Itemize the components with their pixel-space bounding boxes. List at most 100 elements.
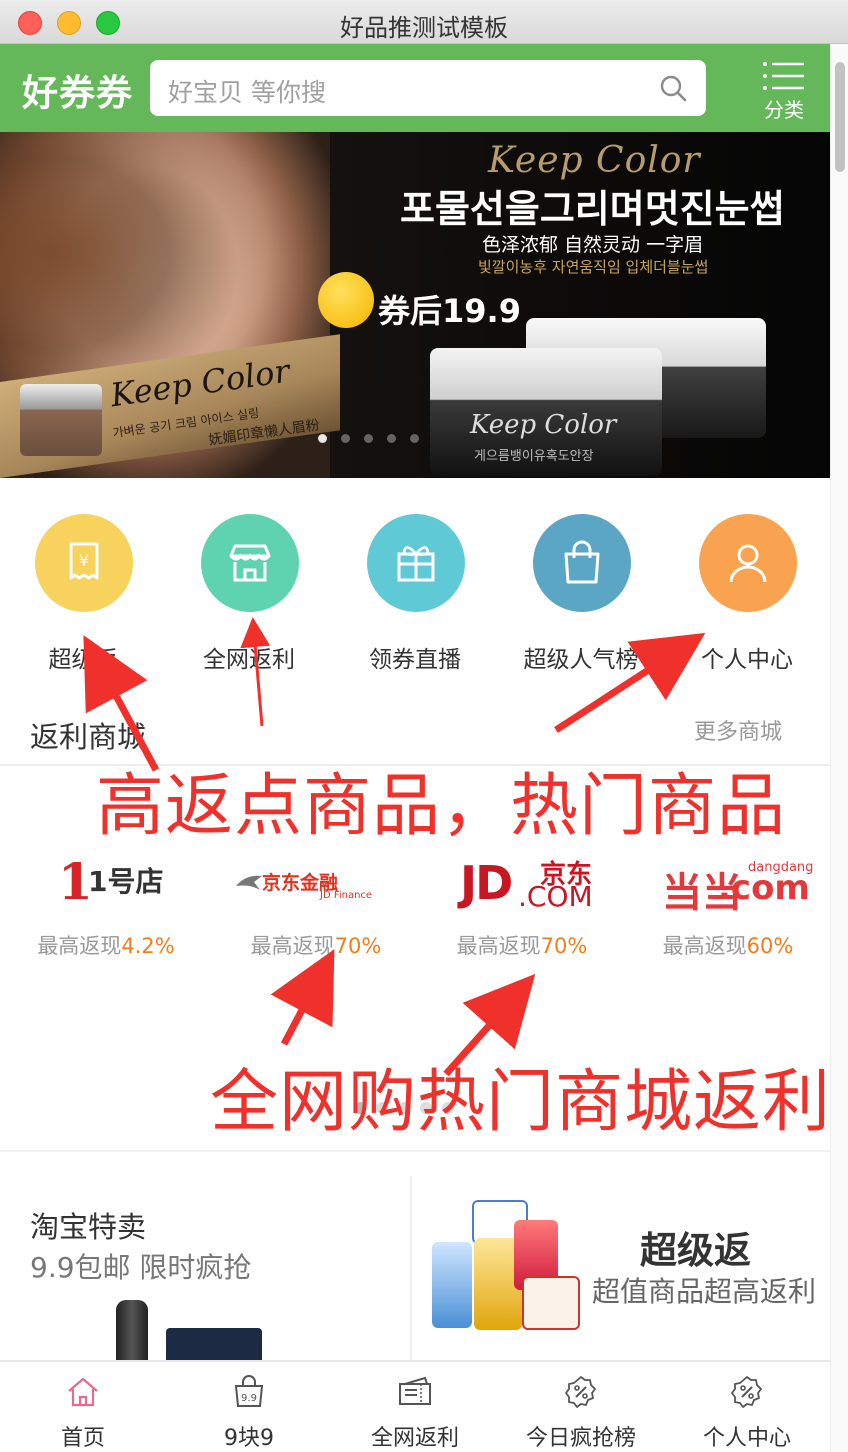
logo-jd-finance-sub: JD Finance (320, 890, 373, 901)
category-label: 分类 (764, 98, 804, 122)
more-malls-link[interactable]: 更多商城 (694, 714, 782, 746)
taobao-sale-subtitle[interactable]: 9.9包邮 限时疯抢 (30, 1246, 251, 1286)
diaper-pack (522, 1276, 580, 1330)
banner-subtitle-kr: 빛깔이농후 자연움직임 입체더블눈썹 (478, 258, 709, 276)
shop-rebate-rate: 最高返现4.2% (6, 930, 206, 960)
banner-subtitle-cn: 色泽浓郁 自然灵动 一字眉 (482, 234, 704, 256)
logo-dd-com: .com (718, 868, 810, 908)
banner-dot[interactable] (318, 434, 327, 443)
banner-product-small (20, 384, 102, 456)
svg-text:¥: ¥ (79, 551, 89, 570)
quick-menu-label: 领券直播 (369, 647, 461, 673)
scrollbar-thumb[interactable] (835, 62, 845, 172)
quick-menu-popularity[interactable]: 超级人气榜 (498, 512, 664, 682)
shop-logo: 京东金融 JD Finance (216, 846, 416, 916)
tab-9yuan9[interactable]: 9.9 9块9 (166, 1362, 332, 1452)
home-icon (68, 1377, 98, 1407)
quick-menu-profile[interactable]: 个人中心 (664, 512, 830, 682)
tab-daily-rush[interactable]: 今日疯抢榜 (498, 1362, 664, 1452)
quick-menu-label: 个人中心 (701, 647, 793, 673)
quick-menu-label: 全网返利 (203, 647, 295, 673)
rate-value: 4.2% (121, 934, 175, 958)
window-title: 好品推测试模板 (340, 14, 508, 42)
shop-jd-finance[interactable]: 京东金融 JD Finance 最高返现70% (216, 842, 416, 962)
shop-dangdang[interactable]: 当当 dangdang .com 最高返现60% (628, 842, 828, 962)
shop-rebate-rate: 最高返现70% (216, 930, 416, 960)
quick-menu-super-rebate[interactable]: ¥ 超级返 (0, 512, 166, 682)
gift-icon (397, 546, 435, 582)
annotation-arrow (270, 949, 335, 1046)
annotation-bottom-text: 全网购热门商城返利 (210, 1063, 832, 1142)
tab-all-rebate[interactable]: 全网返利 (332, 1362, 498, 1452)
tab-label: 今日疯抢榜 (525, 1426, 636, 1451)
banner-price: 券后19.9 (378, 292, 521, 330)
search-icon[interactable] (658, 73, 688, 103)
smiley-icon (318, 272, 374, 328)
receipt-yen-icon: ¥ (69, 542, 99, 580)
shopping-bag-icon (564, 540, 600, 584)
rate-prefix: 最高返现 (456, 934, 541, 958)
super-rebate-products-image[interactable] (426, 1180, 586, 1330)
bottom-tab-bar: 首页 9.9 9块9 全网返利 今日疯抢榜 个人中心 (0, 1360, 830, 1452)
rate-prefix: 最高返现 (37, 934, 122, 958)
banner-dot[interactable] (341, 434, 350, 443)
super-rebate-subtitle[interactable]: 超值商品超高返利 (592, 1270, 816, 1310)
quick-menu-label: 超级人气榜 (523, 647, 639, 673)
tab-profile[interactable]: 个人中心 (664, 1362, 830, 1452)
promo-vertical-divider (410, 1176, 412, 1362)
taobao-sale-title[interactable]: 淘宝特卖 (30, 1204, 146, 1246)
banner-pagination (318, 434, 419, 443)
discount-badge-icon (565, 1376, 596, 1408)
jd-finance-mark-icon (236, 875, 262, 890)
quick-menu-circle (699, 514, 797, 612)
logo-jd-letters: JD (460, 856, 513, 910)
quick-menu-circle: ¥ (35, 514, 133, 612)
promo-divider (0, 1150, 830, 1152)
rate-prefix: 最高返现 (250, 934, 335, 958)
tab-label: 9块9 (224, 1426, 274, 1451)
shop-rebate-rate: 最高返现60% (628, 930, 828, 960)
rate-prefix: 最高返现 (662, 934, 747, 958)
app-window: 好品推测试模板 好券券 好宝贝 等你搜 分类 Keep Color 가벼운 공기… (0, 0, 848, 1452)
tab-label: 个人中心 (702, 1426, 791, 1451)
search-placeholder: 好宝贝 等你搜 (168, 78, 326, 107)
quick-menu-circle (533, 514, 631, 612)
scrollbar[interactable] (830, 44, 848, 1452)
discount-badge-icon (731, 1376, 762, 1408)
tab-label: 首页 (60, 1426, 105, 1451)
quick-menu-label: 超级返 (48, 647, 118, 673)
quick-menu-coupon-live[interactable]: 领券直播 (332, 512, 498, 682)
banner-dot[interactable] (387, 434, 396, 443)
rate-value: 70% (540, 934, 588, 958)
app-logo[interactable]: 好券券 (22, 64, 133, 116)
shop-1hd[interactable]: 1 1号店 最高返现4.2% (6, 842, 206, 962)
app-header: 好券券 好宝贝 等你搜 分类 (0, 44, 830, 132)
shop-logo: JD 京东 .COM (422, 846, 622, 916)
tab-label: 全网返利 (370, 1426, 459, 1451)
title-bar: 好品推测试模板 (0, 0, 848, 44)
menu-list-icon (763, 62, 804, 90)
banner-dot[interactable] (410, 434, 419, 443)
shop-logo: 1 1号店 (6, 846, 206, 916)
detergent-bottle (432, 1242, 472, 1328)
svg-text:9.9: 9.9 (241, 1393, 257, 1404)
wine-bottle-image (116, 1300, 148, 1362)
tab-home[interactable]: 首页 (0, 1362, 166, 1452)
jar-kr-label: 게으름뱅이유혹도안장 (474, 449, 594, 464)
store-icon (229, 544, 271, 582)
rate-value: 60% (746, 934, 794, 958)
category-button[interactable]: 分类 (752, 56, 816, 122)
annotation-top-text: 高返点商品，热门商品 (96, 767, 787, 846)
super-rebate-title[interactable]: 超级返 (640, 1220, 751, 1274)
coupon-icon (399, 1376, 431, 1405)
banner-dot[interactable] (364, 434, 373, 443)
quick-menu-circle (201, 514, 299, 612)
logo-jd-com: .COM (518, 880, 593, 913)
shop-jd[interactable]: JD 京东 .COM 最高返现70% (422, 842, 622, 962)
quick-menu-all-rebate[interactable]: 全网返利 (166, 512, 332, 682)
quick-menu-circle (367, 514, 465, 612)
search-input[interactable]: 好宝贝 等你搜 (150, 60, 706, 116)
shop-logo: 当当 dangdang .com (628, 846, 828, 916)
promo-banner[interactable]: Keep Color 가벼운 공기 크림 아이스 실링 妩媚印章懒人眉粉 Kee… (0, 132, 830, 478)
logo-1hd-name: 1号店 (88, 865, 164, 898)
